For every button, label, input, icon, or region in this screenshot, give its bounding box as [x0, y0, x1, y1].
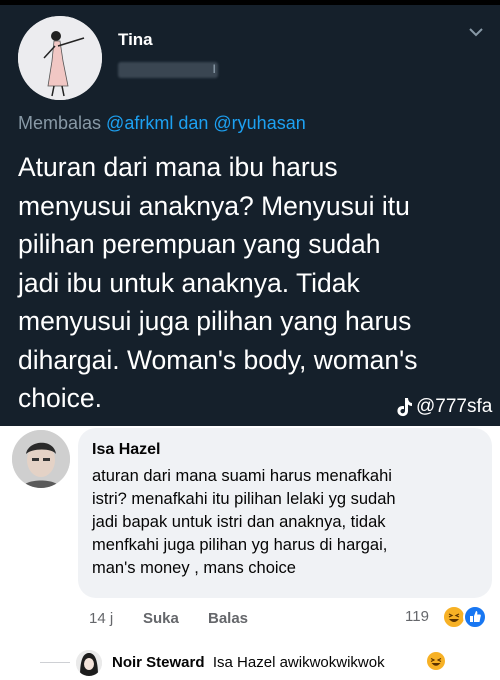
- watermark-handle: @777sfa: [416, 396, 493, 417]
- comment-line: jadi bapak untuk istri dan anaknya, tida…: [92, 513, 386, 531]
- tweet-text: Aturan dari mana ibu harus menyusui anak…: [18, 148, 488, 418]
- like-reaction-icon[interactable]: [463, 605, 487, 629]
- reply-button[interactable]: Balas: [208, 610, 248, 627]
- reply-author[interactable]: Noir Steward: [112, 654, 205, 671]
- mention-link-1[interactable]: @afrkml: [106, 113, 173, 133]
- comment-avatar[interactable]: [12, 430, 70, 488]
- comment-line: aturan dari mana suami harus menafkahi: [92, 467, 392, 485]
- mention-link-2[interactable]: @ryuhasan: [213, 113, 305, 133]
- tweet-line: pilihan perempuan yang sudah: [18, 229, 381, 259]
- tweet-line: dihargai. Woman's body, woman's: [18, 344, 418, 375]
- top-border: [0, 0, 500, 5]
- comment-text: aturan dari mana suami harus menafkahi i…: [92, 465, 484, 580]
- comment-timestamp[interactable]: 14 j: [89, 610, 113, 627]
- comment-line: istri? menafkahi itu pilihan lelaki yg s…: [92, 490, 396, 508]
- reply-context: Membalas @afrkml dan @ryuhasan: [18, 113, 306, 134]
- reply-preview[interactable]: Noir Steward Isa Hazel awikwokwikwok: [112, 654, 385, 671]
- reply-joiner: dan: [178, 113, 209, 133]
- laughing-emoji-icon: [427, 652, 445, 670]
- avatar-face-icon: [12, 430, 70, 488]
- thumbs-up-icon: [470, 611, 481, 622]
- chevron-down-icon[interactable]: [468, 26, 484, 38]
- tiktok-watermark: @777sfa: [395, 396, 492, 418]
- like-button[interactable]: Suka: [143, 610, 179, 627]
- tweet-line: jadi ibu untuk anaknya. Tidak: [18, 267, 360, 298]
- comment-bubble: Isa Hazel aturan dari mana suami harus m…: [78, 428, 492, 598]
- reply-prefix: Membalas: [18, 113, 102, 133]
- tweet-line: menyusui anaknya? Menyusui itu: [18, 190, 410, 221]
- tweet-line: menyusui juga pilihan yang harus: [18, 306, 412, 336]
- laughing-face-icon: [430, 658, 442, 666]
- tweet-handle-tail: ı: [212, 60, 217, 77]
- tweet-line: Aturan dari mana ibu harus: [18, 152, 338, 182]
- reply-text: Isa Hazel awikwokwikwok: [212, 654, 385, 671]
- avatar-figure-icon: [18, 16, 102, 100]
- reaction-count[interactable]: 119: [405, 608, 429, 625]
- comment-line: menfkahi juga pilihan yg harus di hargai…: [92, 536, 388, 554]
- comment-author[interactable]: Isa Hazel: [92, 441, 160, 459]
- tweet-handle-redacted: [118, 62, 218, 78]
- reply-avatar[interactable]: [76, 650, 102, 676]
- laughing-face-icon: [448, 613, 460, 622]
- tweet-card: Tina ı Membalas @afrkml dan @ryuhasan At…: [0, 0, 500, 426]
- tweet-display-name[interactable]: Tina: [118, 30, 153, 50]
- avatar-face-icon: [76, 650, 102, 676]
- comment-line: man's money , mans choice: [92, 559, 296, 577]
- thread-connector: [40, 662, 70, 663]
- tiktok-icon: [397, 398, 412, 417]
- tweet-avatar[interactable]: [18, 16, 102, 100]
